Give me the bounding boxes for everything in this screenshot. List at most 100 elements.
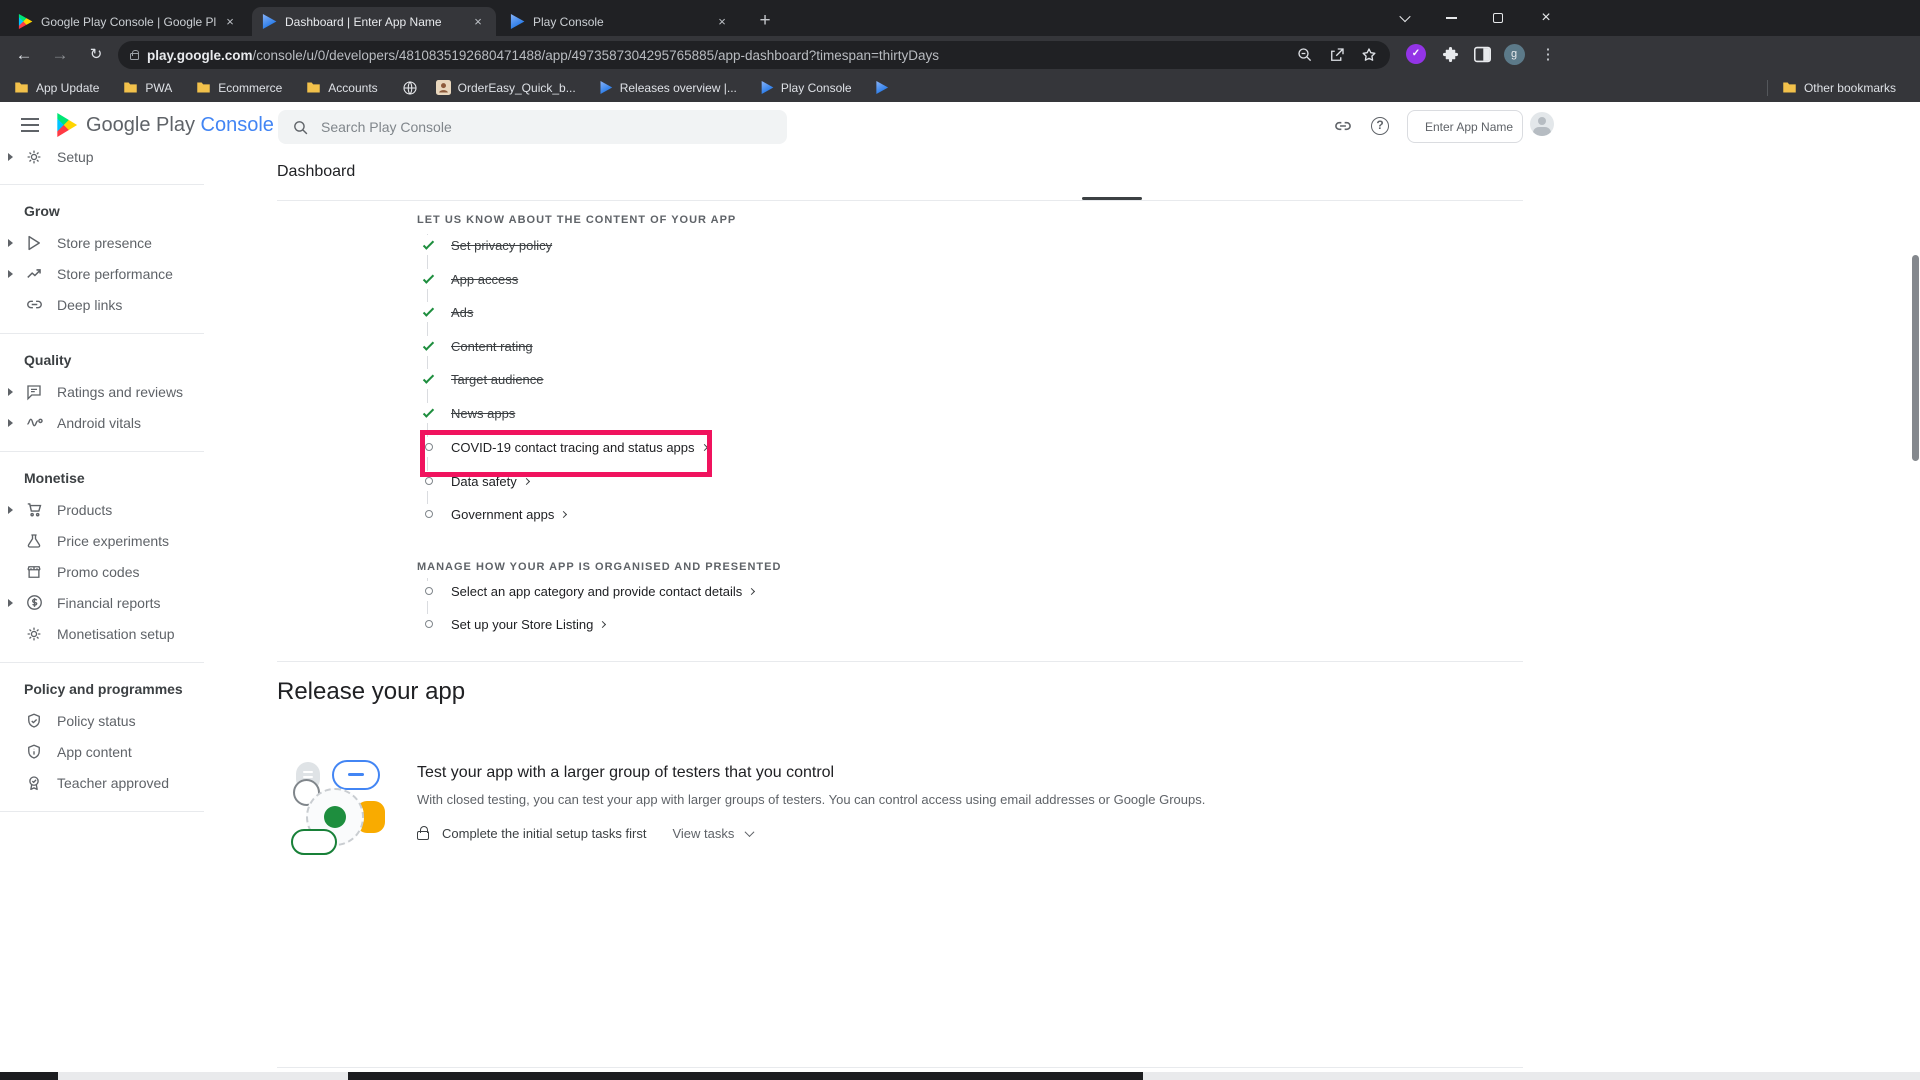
- task-app-access[interactable]: App access: [420, 269, 518, 289]
- section-heading-content: LET US KNOW ABOUT THE CONTENT OF YOUR AP…: [417, 214, 736, 226]
- bookmark-folder-accounts[interactable]: Accounts: [306, 81, 377, 95]
- tab-play-console[interactable]: Play Console ×: [500, 7, 740, 36]
- window-maximize-button[interactable]: [1477, 0, 1519, 36]
- account-avatar[interactable]: [1530, 112, 1554, 136]
- sidebar-item-products[interactable]: Products: [0, 494, 204, 525]
- view-tasks-button[interactable]: View tasks: [672, 826, 753, 841]
- chrome-menu-icon[interactable]: ⋮: [1536, 42, 1560, 66]
- tab-google-play-console[interactable]: Google Play Console | Google Pla ×: [8, 7, 248, 36]
- sidebar-item-deep-links[interactable]: Deep links: [0, 289, 204, 320]
- tab-close-icon[interactable]: ×: [714, 14, 730, 30]
- play-console-header: Google Play Console ? Enter App Name: [0, 102, 1920, 150]
- extension-grammar-icon[interactable]: ✓: [1404, 42, 1428, 66]
- forward-button[interactable]: →: [46, 41, 74, 69]
- play-console-favicon: [876, 81, 889, 94]
- sidebar-item-price-experiments[interactable]: Price experiments: [0, 525, 204, 556]
- zoom-out-icon[interactable]: [1296, 46, 1314, 64]
- divider: [0, 811, 204, 812]
- bookmark-ordereasy[interactable]: OrderEasy_Quick_b...: [436, 80, 576, 95]
- task-target-audience[interactable]: Target audience: [420, 369, 544, 389]
- tab-search-chevron-icon[interactable]: [1384, 0, 1426, 36]
- app-selector[interactable]: Enter App Name: [1407, 110, 1523, 143]
- browser-toolbar: ← → ↻ play.google.com/console/u/0/develo…: [0, 36, 1920, 73]
- tab-close-icon[interactable]: ×: [470, 14, 486, 30]
- window-minimize-button[interactable]: [1430, 0, 1472, 36]
- new-tab-button[interactable]: +: [752, 8, 778, 34]
- horizontal-scrollbar[interactable]: [0, 1072, 1920, 1080]
- task-set-up-store-listing[interactable]: Set up your Store Listing: [420, 614, 605, 634]
- brand-google-play: Google Play: [86, 114, 195, 136]
- task-content-rating[interactable]: Content rating: [420, 336, 533, 356]
- back-button[interactable]: ←: [10, 41, 38, 69]
- copy-link-icon[interactable]: [1331, 114, 1355, 138]
- help-icon[interactable]: ?: [1368, 114, 1392, 138]
- divider: [277, 661, 1523, 662]
- bookmark-folder-app-update[interactable]: App Update: [14, 81, 99, 95]
- check-icon: [420, 336, 437, 356]
- sidebar-item-store-performance[interactable]: Store performance: [0, 258, 204, 289]
- sidebar-item-monetisation-setup[interactable]: Monetisation setup: [0, 618, 204, 649]
- chevron-right-icon: [748, 587, 755, 594]
- scrollbar-thumb[interactable]: [0, 1072, 58, 1080]
- bookmark-star-icon[interactable]: [1360, 46, 1378, 64]
- task-government-apps[interactable]: Government apps: [420, 504, 566, 524]
- https-lock-icon[interactable]: [130, 53, 139, 60]
- avatar-letter: g: [1504, 44, 1525, 65]
- sidebar-item-store-presence[interactable]: Store presence: [0, 227, 204, 258]
- task-ads[interactable]: Ads: [420, 302, 473, 322]
- cart-icon: [24, 500, 44, 520]
- window-close-button[interactable]: ×: [1525, 0, 1567, 36]
- bookmark-folder-pwa[interactable]: PWA: [123, 81, 172, 95]
- chevron-down-icon: [745, 827, 755, 837]
- share-icon[interactable]: [1328, 46, 1346, 64]
- folder-icon: [1782, 81, 1797, 94]
- sidebar-item-teacher-approved[interactable]: Teacher approved: [0, 767, 204, 798]
- task-news-apps[interactable]: News apps: [420, 403, 515, 423]
- play-console-search[interactable]: [278, 110, 787, 144]
- bookmark-folder-ecommerce[interactable]: Ecommerce: [196, 81, 282, 95]
- section-heading-organise: MANAGE HOW YOUR APP IS ORGANISED AND PRE…: [417, 561, 781, 573]
- vitals-icon: [24, 413, 44, 433]
- profile-avatar[interactable]: g: [1502, 42, 1526, 66]
- side-panel-icon[interactable]: [1470, 42, 1494, 66]
- check-icon: [420, 302, 437, 322]
- bookmark-globe[interactable]: [402, 80, 418, 96]
- url-domain: play.google.com: [147, 48, 253, 63]
- extensions-puzzle-icon[interactable]: [1438, 42, 1462, 66]
- bookmarks-bar: App Update PWA Ecommerce Accounts OrderE…: [0, 73, 1920, 102]
- expand-arrow-icon[interactable]: [8, 153, 13, 161]
- task-select-app-category[interactable]: Select an app category and provide conta…: [420, 581, 754, 601]
- tab-dashboard[interactable]: Dashboard | Enter App Name ×: [252, 7, 496, 36]
- gear-icon: [24, 624, 44, 644]
- circle-icon: [420, 581, 437, 601]
- address-bar[interactable]: play.google.com/console/u/0/developers/4…: [118, 41, 1390, 69]
- folder-icon: [14, 81, 29, 94]
- sidebar-item-android-vitals[interactable]: Android vitals: [0, 407, 204, 438]
- bookmark-play-console[interactable]: Play Console: [761, 81, 852, 95]
- brand-console: Console: [201, 114, 274, 136]
- other-bookmarks-button[interactable]: Other bookmarks: [1782, 81, 1896, 95]
- scrollbar-thumb[interactable]: [348, 1072, 1143, 1080]
- vertical-scrollbar[interactable]: [1912, 255, 1919, 461]
- folder-icon: [123, 81, 138, 94]
- shield-check-icon: [24, 711, 44, 731]
- google-play-console-logo[interactable]: Google Play Console: [56, 113, 274, 137]
- bookmark-releases-overview[interactable]: Releases overview |...: [600, 81, 737, 95]
- play-console-favicon: [262, 14, 277, 29]
- refresh-button[interactable]: ↻: [82, 41, 110, 69]
- bookmark-unnamed[interactable]: [876, 81, 889, 94]
- task-set-privacy-policy[interactable]: Set privacy policy: [420, 235, 552, 255]
- sidebar-item-ratings-reviews[interactable]: Ratings and reviews: [0, 376, 204, 407]
- folder-icon: [196, 81, 211, 94]
- sidebar-item-policy-status[interactable]: Policy status: [0, 705, 204, 736]
- tab-close-icon[interactable]: ×: [222, 14, 238, 30]
- url-text[interactable]: play.google.com/console/u/0/developers/4…: [147, 48, 1282, 63]
- divider: [277, 200, 1523, 201]
- sidebar-item-financial-reports[interactable]: Financial reports: [0, 587, 204, 618]
- menu-hamburger-icon[interactable]: [21, 118, 39, 132]
- screen: Google Play Console | Google Pla × Dashb…: [0, 0, 1920, 1080]
- sidebar-item-setup[interactable]: Setup: [0, 150, 204, 170]
- sidebar-item-app-content[interactable]: App content: [0, 736, 204, 767]
- sidebar-item-promo-codes[interactable]: Promo codes: [0, 556, 204, 587]
- search-input[interactable]: [321, 119, 741, 135]
